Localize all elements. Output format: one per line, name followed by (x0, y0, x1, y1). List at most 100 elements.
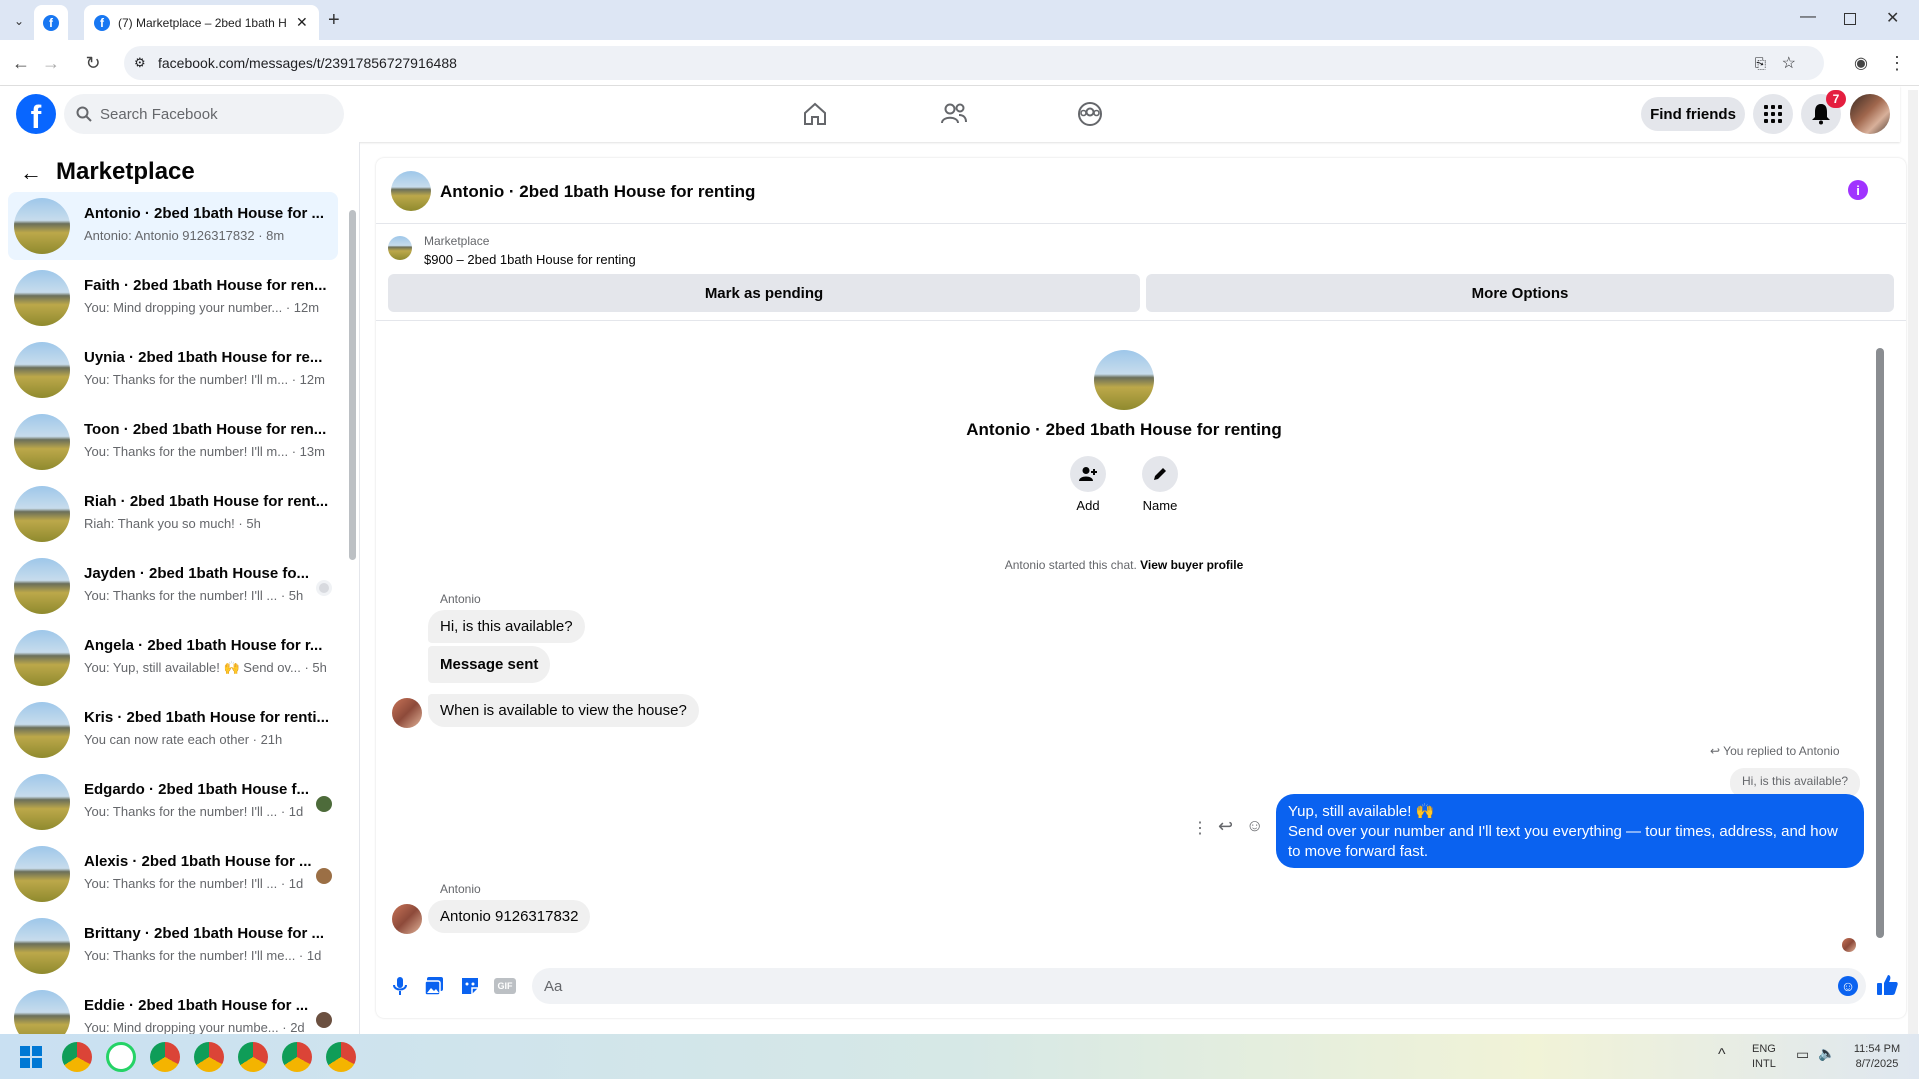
back-arrow-icon[interactable]: ← (10, 52, 32, 74)
groups-icon[interactable] (1076, 100, 1104, 128)
add-person-icon (1079, 467, 1097, 481)
chrome-icon[interactable] (194, 1042, 224, 1072)
home-icon[interactable] (802, 102, 828, 126)
site-info-icon[interactable]: ⚙ (134, 55, 146, 71)
seen-receipt-avatar (1842, 938, 1856, 952)
more-options-button[interactable]: More Options (1146, 274, 1894, 312)
conversation-item[interactable]: Uynia · 2bed 1bath House for re... You: … (8, 336, 338, 404)
my-message-line: Yup, still available! 🙌 (1288, 803, 1435, 820)
whatsapp-icon[interactable] (106, 1042, 136, 1072)
message-bubble[interactable]: Antonio 9126317832 (428, 900, 591, 933)
photo-icon[interactable] (424, 976, 444, 996)
conversation-item[interactable]: Brittany · 2bed 1bath House for ... You:… (8, 912, 338, 980)
back-arrow-icon[interactable]: ← (20, 160, 42, 186)
facebook-favicon-icon: f (43, 14, 59, 31)
tab-marketplace[interactable]: f (7) Marketplace – 2bed 1bath H ✕ (84, 5, 319, 40)
minimize-button[interactable]: — (1800, 8, 1816, 26)
view-buyer-profile-link[interactable]: View buyer profile (1140, 558, 1243, 572)
listing-price-title[interactable]: $900 – 2bed 1bath House for renting (424, 252, 636, 267)
microphone-icon[interactable] (392, 976, 408, 996)
language-indicator[interactable]: ENG INTL (1752, 1042, 1776, 1072)
message-input[interactable]: Aa ☺ (532, 968, 1866, 1004)
volume-icon[interactable]: 🔈 (1818, 1045, 1835, 1062)
conversation-item[interactable]: Antonio · 2bed 1bath House for ... Anton… (8, 192, 338, 260)
listing-avatar (14, 270, 70, 326)
forward-arrow-icon[interactable]: → (40, 52, 62, 74)
clock[interactable]: 11:54 PM 8/7/2025 (1846, 1042, 1908, 1072)
listing-avatar (14, 486, 70, 542)
message-bubble[interactable]: Message sent (428, 646, 551, 683)
chat-started-note: Antonio started this chat. View buyer pr… (376, 558, 1872, 572)
my-message-bubble[interactable]: Yup, still available! 🙌 Send over your n… (1276, 794, 1864, 868)
chat-header-title[interactable]: Antonio · 2bed 1bath House for renting (440, 182, 755, 202)
chrome-icon[interactable] (326, 1042, 356, 1072)
windows-start-icon[interactable] (20, 1046, 42, 1068)
sticker-icon[interactable] (460, 976, 480, 996)
install-icon[interactable]: ⎘ (1755, 55, 1766, 72)
conversation-item[interactable]: Kris · 2bed 1bath House for renti... You… (8, 696, 338, 764)
conversation-item[interactable]: Alexis · 2bed 1bath House for ... You: T… (8, 840, 338, 908)
new-tab-button[interactable]: + (328, 9, 340, 32)
sidebar-title: Marketplace (56, 158, 195, 185)
react-smiley-icon[interactable]: ☺ (1246, 816, 1263, 836)
message-bubble[interactable]: Hi, is this available? (428, 610, 585, 643)
tab-list-chevron-icon[interactable]: ⌄ (8, 10, 30, 32)
browser-toolbar: ← → ↻ ⚙ facebook.com/messages/t/23917856… (0, 40, 1919, 86)
mark-as-pending-button[interactable]: Mark as pending (388, 274, 1140, 312)
menu-grid-button[interactable] (1753, 94, 1793, 134)
chrome-icon[interactable] (62, 1042, 92, 1072)
conversation-snippet: Antonio: Antonio 9126317832 · 8m (84, 228, 285, 243)
name-button[interactable] (1142, 456, 1178, 492)
conversation-item[interactable]: Toon · 2bed 1bath House for ren... You: … (8, 408, 338, 476)
pinned-facebook-tab[interactable]: f (34, 5, 68, 40)
conversation-title: Jayden · 2bed 1bath House fo... (84, 565, 310, 582)
restore-button[interactable] (1844, 13, 1856, 25)
conversation-item[interactable]: Eddie · 2bed 1bath House for ... You: Mi… (8, 984, 338, 1034)
conversation-title: Edgardo · 2bed 1bath House f... (84, 781, 310, 798)
chrome-icon[interactable] (238, 1042, 268, 1072)
browser-menu-icon[interactable]: ⋮ (1886, 52, 1908, 74)
conversation-item[interactable]: Faith · 2bed 1bath House for ren... You:… (8, 264, 338, 332)
listing-avatar (14, 198, 70, 254)
seen-avatar-icon (316, 1012, 332, 1028)
info-icon[interactable]: i (1848, 180, 1868, 200)
conversation-item[interactable]: Angela · 2bed 1bath House for r... You: … (8, 624, 338, 692)
search-input[interactable]: Search Facebook (64, 94, 344, 134)
message-bubble[interactable]: When is available to view the house? (428, 694, 699, 727)
bookmark-star-icon[interactable]: ☆ (1782, 53, 1796, 73)
gif-icon[interactable]: GIF (494, 978, 516, 994)
conversation-item[interactable]: Edgardo · 2bed 1bath House f... You: Tha… (8, 768, 338, 836)
find-friends-button[interactable]: Find friends (1641, 97, 1745, 131)
friends-icon[interactable] (940, 102, 968, 126)
add-button[interactable] (1070, 456, 1106, 492)
seen-default-avatar-icon (316, 580, 332, 596)
conversation-title: Antonio · 2bed 1bath House for ... (84, 205, 324, 222)
sender-avatar[interactable] (392, 904, 422, 934)
reload-icon[interactable]: ↻ (82, 52, 104, 74)
network-icon[interactable]: ▭ (1796, 1046, 1809, 1063)
address-bar[interactable]: ⚙ facebook.com/messages/t/23917856727916… (124, 46, 1824, 80)
thumbs-up-icon[interactable] (1876, 974, 1898, 996)
account-avatar[interactable] (1850, 94, 1890, 134)
tray-chevron-icon[interactable]: ^ (1718, 1046, 1726, 1064)
sender-avatar[interactable] (392, 698, 422, 728)
profile-icon[interactable]: ◉ (1850, 52, 1872, 74)
chrome-icon[interactable] (282, 1042, 312, 1072)
chat-scrollbar[interactable] (1876, 348, 1884, 938)
close-window-button[interactable]: ✕ (1886, 8, 1899, 28)
conversation-item[interactable]: Riah · 2bed 1bath House for rent... Riah… (8, 480, 338, 548)
chat-intro-avatar (1094, 350, 1154, 410)
message-more-icon[interactable]: ⋮ (1192, 818, 1208, 838)
conversation-item[interactable]: Jayden · 2bed 1bath House fo... You: Tha… (8, 552, 338, 620)
conversation-title: Alexis · 2bed 1bath House for ... (84, 853, 312, 870)
chat-listing-avatar[interactable] (391, 171, 431, 211)
facebook-logo-icon[interactable]: f (16, 94, 56, 134)
sidebar-scrollbar[interactable] (349, 210, 356, 560)
reply-icon[interactable]: ↩ (1218, 816, 1233, 837)
tab-close-icon[interactable]: ✕ (296, 14, 308, 31)
conversation-snippet: You can now rate each other · 21h (84, 732, 283, 747)
page-scrollbar[interactable] (1908, 90, 1918, 1034)
chrome-icon[interactable] (150, 1042, 180, 1072)
emoji-icon[interactable]: ☺ (1838, 976, 1858, 996)
conversation-snippet: You: Yup, still available! 🙌 Send ov... … (84, 660, 327, 675)
